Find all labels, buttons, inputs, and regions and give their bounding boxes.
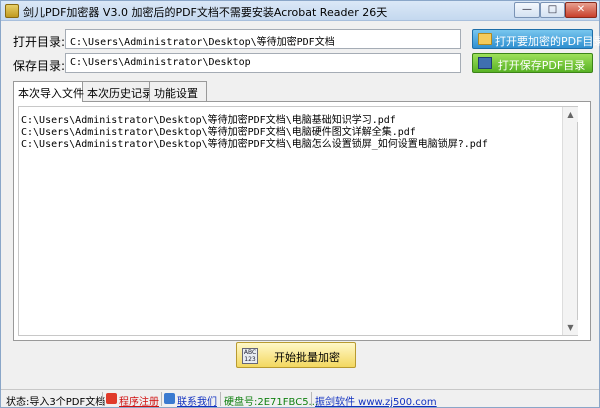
website-link[interactable]: 振剑软件 www.zj500.com	[315, 393, 437, 408]
disk-icon	[478, 57, 492, 69]
status-divider	[161, 392, 162, 406]
open-pdf-dir-button-label: 打开要加密的PDF目录	[495, 35, 600, 48]
tab-panel: C:\Users\Administrator\Desktop\等待加密PDF文档…	[13, 101, 591, 341]
contact-icon	[164, 393, 175, 404]
title-bar[interactable]: 剑儿PDF加密器 V3.0 加密后的PDF文档不需要安装Acrobat Read…	[1, 1, 599, 21]
close-button[interactable]: ✕	[565, 2, 597, 18]
save-dir-label: 保存目录:	[13, 59, 66, 73]
register-icon	[106, 393, 117, 404]
status-bar: 状态:导入3个PDF文档 程序注册 联系我们 硬盘号:2E71FBC5... 振…	[1, 389, 599, 408]
maximize-button[interactable]: □	[540, 2, 565, 18]
status-divider	[220, 392, 221, 406]
scroll-down-icon[interactable]: ▼	[563, 320, 578, 335]
start-batch-encrypt-button[interactable]: ABC 123 开始批量加密	[236, 342, 356, 368]
status-divider	[102, 392, 103, 406]
tab-history[interactable]: 本次历史记录	[82, 81, 153, 101]
open-pdf-dir-button[interactable]: 打开要加密的PDF目录	[472, 29, 600, 49]
abc-123-icon: ABC 123	[242, 348, 258, 364]
app-window: 剑儿PDF加密器 V3.0 加密后的PDF文档不需要安装Acrobat Read…	[0, 0, 600, 408]
open-dir-label: 打开目录:	[13, 35, 66, 49]
open-save-dir-button-label: 打开保存PDF目录	[497, 59, 586, 72]
status-divider	[311, 392, 312, 406]
scroll-up-icon[interactable]: ▲	[563, 107, 578, 122]
folder-icon	[478, 33, 492, 45]
start-batch-encrypt-label: 开始批量加密	[274, 351, 340, 364]
app-logo-icon	[5, 4, 19, 18]
save-dir-input[interactable]: C:\Users\Administrator\Desktop	[65, 53, 461, 73]
contact-link[interactable]: 联系我们	[177, 393, 217, 408]
open-save-dir-button[interactable]: 打开保存PDF目录	[472, 53, 593, 73]
register-link[interactable]: 程序注册	[119, 393, 159, 408]
vertical-scrollbar[interactable]: ▲ ▼	[562, 107, 578, 335]
status-text: 状态:导入3个PDF文档	[6, 397, 106, 408]
list-item[interactable]: C:\Users\Administrator\Desktop\等待加密PDF文档…	[21, 135, 488, 150]
tab-settings[interactable]: 功能设置	[149, 81, 207, 101]
hardware-id: 硬盘号:2E71FBC5...	[224, 397, 319, 408]
tab-imported-files[interactable]: 本次导入文件	[13, 81, 84, 102]
file-list[interactable]: C:\Users\Administrator\Desktop\等待加密PDF文档…	[18, 106, 578, 336]
minimize-button[interactable]: —	[514, 2, 540, 18]
open-dir-input[interactable]: C:\Users\Administrator\Desktop\等待加密PDF文档	[65, 29, 461, 49]
window-title: 剑儿PDF加密器 V3.0 加密后的PDF文档不需要安装Acrobat Read…	[23, 6, 388, 19]
